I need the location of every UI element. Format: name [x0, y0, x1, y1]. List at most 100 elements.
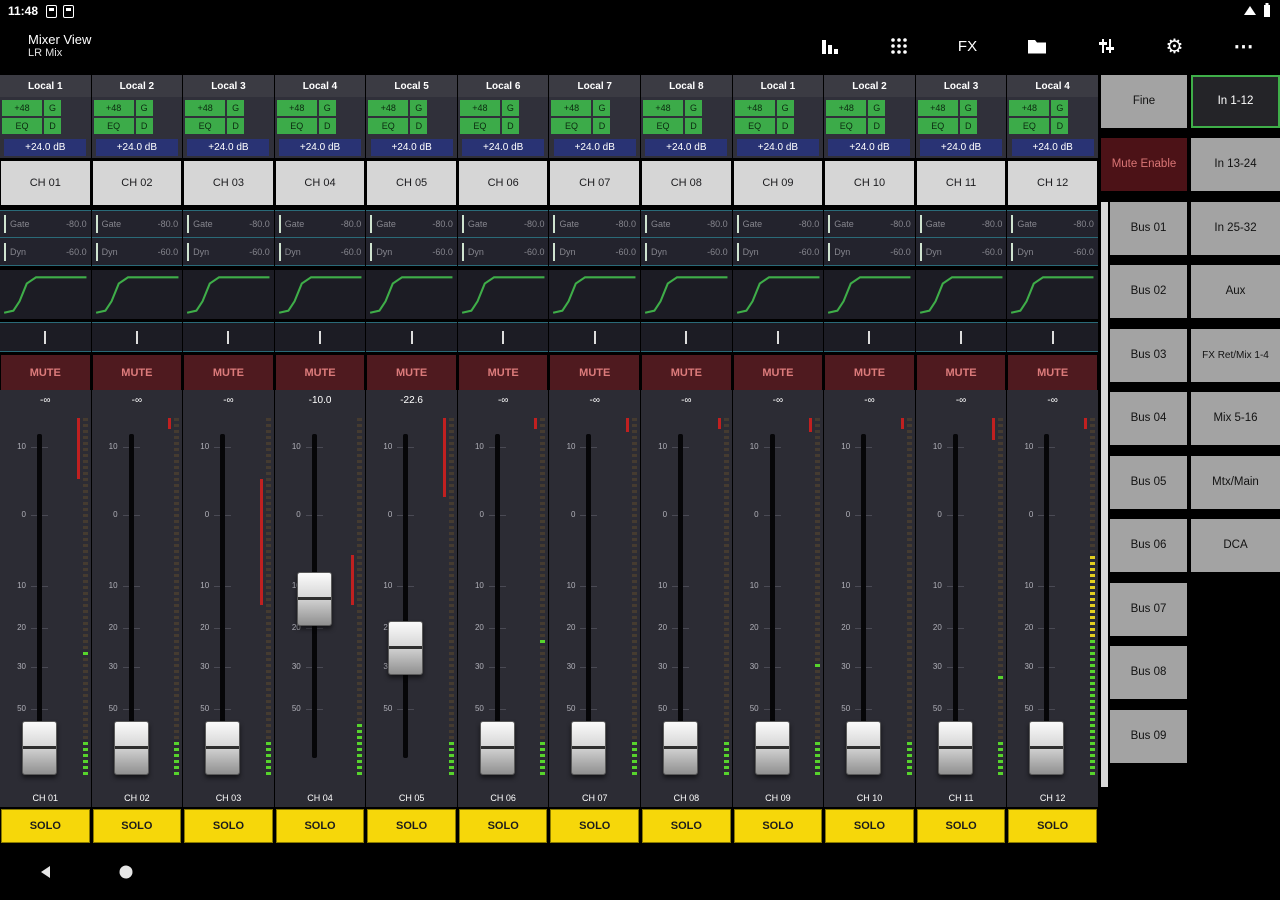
- mute-button[interactable]: MUTE: [917, 355, 1006, 390]
- gate-threshold[interactable]: Gate-80.0: [733, 210, 824, 238]
- dyn-threshold[interactable]: Dyn-60.0: [549, 238, 640, 266]
- channel-name-button[interactable]: CH 10: [825, 161, 914, 205]
- solo-button[interactable]: SOLO: [550, 809, 639, 843]
- eq-curve[interactable]: [916, 270, 1007, 319]
- gain-value[interactable]: +24.0 dB: [920, 139, 1002, 156]
- dyn-threshold[interactable]: Dyn-60.0: [1007, 238, 1098, 266]
- channel-name-button[interactable]: CH 12: [1008, 161, 1097, 205]
- eq-curve[interactable]: [366, 270, 457, 319]
- channel-strip-icon[interactable]: [1071, 22, 1140, 70]
- channel-name-button[interactable]: CH 09: [734, 161, 823, 205]
- folder-icon[interactable]: [1002, 22, 1071, 70]
- mute-button[interactable]: MUTE: [642, 355, 731, 390]
- gain-value[interactable]: +24.0 dB: [371, 139, 453, 156]
- gain-value[interactable]: +24.0 dB: [279, 139, 361, 156]
- gain-value[interactable]: +24.0 dB: [554, 139, 636, 156]
- layer-button-fx-ret-mix-1-4[interactable]: FX Ret/Mix 1-4: [1191, 329, 1280, 382]
- mute-button[interactable]: MUTE: [367, 355, 456, 390]
- fader-handle[interactable]: [205, 721, 240, 775]
- channel-source-label[interactable]: Local 1: [733, 75, 824, 97]
- gain-value[interactable]: +24.0 dB: [187, 139, 269, 156]
- home-button[interactable]: [118, 864, 134, 885]
- layer-button-in-25-32[interactable]: In 25-32: [1191, 202, 1280, 255]
- solo-button[interactable]: SOLO: [276, 809, 365, 843]
- solo-button[interactable]: SOLO: [642, 809, 731, 843]
- pan-control[interactable]: [733, 322, 824, 352]
- channel-source-label[interactable]: Local 5: [366, 75, 457, 97]
- solo-button[interactable]: SOLO: [367, 809, 456, 843]
- layer-button-bus-07[interactable]: Bus 07: [1110, 583, 1187, 636]
- layer-button-bus-09[interactable]: Bus 09: [1110, 710, 1187, 763]
- layer-button-in-13-24[interactable]: In 13-24: [1191, 138, 1280, 191]
- layer-button-bus-02[interactable]: Bus 02: [1110, 265, 1187, 318]
- mute-button[interactable]: MUTE: [825, 355, 914, 390]
- layer-button-bus-01[interactable]: Bus 01: [1110, 202, 1187, 255]
- pan-control[interactable]: [275, 322, 366, 352]
- fader-handle[interactable]: [663, 721, 698, 775]
- pan-control[interactable]: [1007, 322, 1098, 352]
- dyn-threshold[interactable]: Dyn-60.0: [916, 238, 1007, 266]
- dyn-threshold[interactable]: Dyn-60.0: [275, 238, 366, 266]
- back-button[interactable]: [38, 864, 54, 885]
- eq-curve[interactable]: [458, 270, 549, 319]
- eq-curve[interactable]: [549, 270, 640, 319]
- fader-handle[interactable]: [755, 721, 790, 775]
- channel-name-button[interactable]: CH 03: [184, 161, 273, 205]
- solo-button[interactable]: SOLO: [825, 809, 914, 843]
- fader-handle[interactable]: [297, 572, 332, 626]
- gate-threshold[interactable]: Gate-80.0: [366, 210, 457, 238]
- mute-button[interactable]: MUTE: [550, 355, 639, 390]
- eq-curve[interactable]: [92, 270, 183, 319]
- gate-threshold[interactable]: Gate-80.0: [0, 210, 91, 238]
- solo-button[interactable]: SOLO: [734, 809, 823, 843]
- solo-button[interactable]: SOLO: [917, 809, 1006, 843]
- layer-button-dca[interactable]: DCA: [1191, 519, 1280, 572]
- layer-button-bus-06[interactable]: Bus 06: [1110, 519, 1187, 572]
- channel-source-label[interactable]: Local 6: [458, 75, 549, 97]
- layer-button-bus-05[interactable]: Bus 05: [1110, 456, 1187, 509]
- channel-source-label[interactable]: Local 1: [0, 75, 91, 97]
- channel-name-button[interactable]: CH 02: [93, 161, 182, 205]
- solo-button[interactable]: SOLO: [459, 809, 548, 843]
- fader-handle[interactable]: [571, 721, 606, 775]
- dyn-threshold[interactable]: Dyn-60.0: [458, 238, 549, 266]
- gate-threshold[interactable]: Gate-80.0: [275, 210, 366, 238]
- dyn-threshold[interactable]: Dyn-60.0: [641, 238, 732, 266]
- mute-button[interactable]: MUTE: [459, 355, 548, 390]
- fader-handle[interactable]: [938, 721, 973, 775]
- mute-button[interactable]: MUTE: [1, 355, 90, 390]
- gate-threshold[interactable]: Gate-80.0: [916, 210, 1007, 238]
- pan-control[interactable]: [549, 322, 640, 352]
- layer-button-aux[interactable]: Aux: [1191, 265, 1280, 318]
- gate-threshold[interactable]: Gate-80.0: [458, 210, 549, 238]
- eq-curve[interactable]: [1007, 270, 1098, 319]
- channel-name-button[interactable]: CH 04: [276, 161, 365, 205]
- fader-handle[interactable]: [388, 621, 423, 675]
- channel-source-label[interactable]: Local 2: [824, 75, 915, 97]
- layer-button-mix-5-16[interactable]: Mix 5-16: [1191, 392, 1280, 445]
- eq-curve[interactable]: [733, 270, 824, 319]
- layer-button-mute-enable[interactable]: Mute Enable: [1101, 138, 1187, 191]
- layer-button-mtx-main[interactable]: Mtx/Main: [1191, 456, 1280, 509]
- channel-source-label[interactable]: Local 4: [275, 75, 366, 97]
- layer-scrollbar[interactable]: [1101, 202, 1108, 787]
- overflow-menu-icon[interactable]: ⋯: [1209, 22, 1278, 70]
- pan-control[interactable]: [916, 322, 1007, 352]
- gain-value[interactable]: +24.0 dB: [645, 139, 727, 156]
- meters-icon[interactable]: [795, 22, 864, 70]
- mute-button[interactable]: MUTE: [276, 355, 365, 390]
- channel-source-label[interactable]: Local 7: [549, 75, 640, 97]
- channel-source-label[interactable]: Local 8: [641, 75, 732, 97]
- channel-source-label[interactable]: Local 2: [92, 75, 183, 97]
- layer-button-in-1-12[interactable]: In 1-12: [1191, 75, 1280, 128]
- dyn-threshold[interactable]: Dyn-60.0: [824, 238, 915, 266]
- eq-curve[interactable]: [824, 270, 915, 319]
- pan-control[interactable]: [92, 322, 183, 352]
- channel-name-button[interactable]: CH 01: [1, 161, 90, 205]
- channel-name-button[interactable]: CH 05: [367, 161, 456, 205]
- pan-control[interactable]: [0, 322, 91, 352]
- dyn-threshold[interactable]: Dyn-60.0: [0, 238, 91, 266]
- gain-value[interactable]: +24.0 dB: [1012, 139, 1094, 156]
- pan-control[interactable]: [183, 322, 274, 352]
- gate-threshold[interactable]: Gate-80.0: [92, 210, 183, 238]
